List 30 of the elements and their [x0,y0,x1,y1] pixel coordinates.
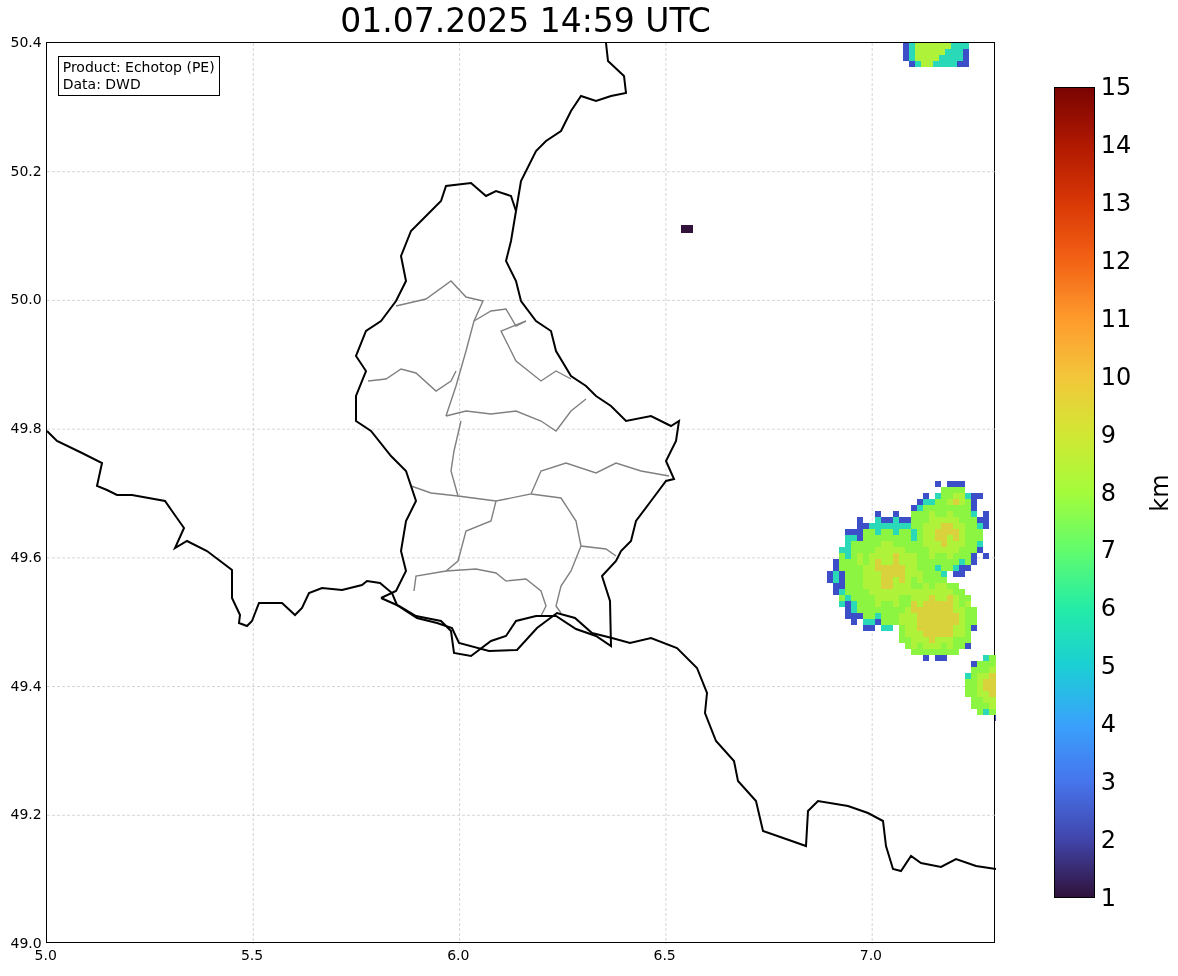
colorbar-tick-label: 8 [1100,479,1116,506]
colorbar-tick-label: 5 [1100,653,1116,680]
y-tick-label: 49.6 [10,548,42,565]
x-tick-label: 6.5 [652,947,677,963]
colorbar-tick-label: 4 [1100,711,1116,738]
y-tick-label: 50.4 [10,34,42,50]
colorbar-tick-label: 6 [1100,595,1116,622]
colorbar-tick-label: 7 [1100,537,1116,564]
x-tick-label: 5.5 [239,947,265,963]
colorbar-tick-label: 15 [1100,74,1132,100]
map-title: 01.07.2025 14:59 UTC [340,0,711,42]
y-tick-label: 50.0 [10,291,42,308]
y-tick-label: 49.8 [10,420,42,437]
info-text: Data: DWD [62,76,142,93]
y-tick-label: 49.2 [10,806,42,823]
colorbar-tick-label: 1 [1100,885,1116,911]
colorbar-tick-label: 3 [1100,769,1116,796]
y-tick-label: 50.2 [10,162,42,179]
colorbar-tick-label: 9 [1100,421,1116,448]
colorbar-tick-label: 12 [1100,247,1132,274]
y-tick-label: 49.4 [10,677,42,694]
colorbar-tick-label: 13 [1100,189,1132,216]
info-text: Product: Echotop (PE) [62,59,215,76]
x-tick-label: 6.0 [446,947,471,963]
colorbar-label: km [1146,473,1173,512]
colorbar-tick-label: 11 [1100,305,1132,332]
colorbar-tick-label: 14 [1100,131,1132,158]
colorbar-tick-label: 10 [1100,363,1132,390]
x-tick-label: 7.0 [858,947,884,963]
colorbar-tick-label: 2 [1100,827,1116,854]
